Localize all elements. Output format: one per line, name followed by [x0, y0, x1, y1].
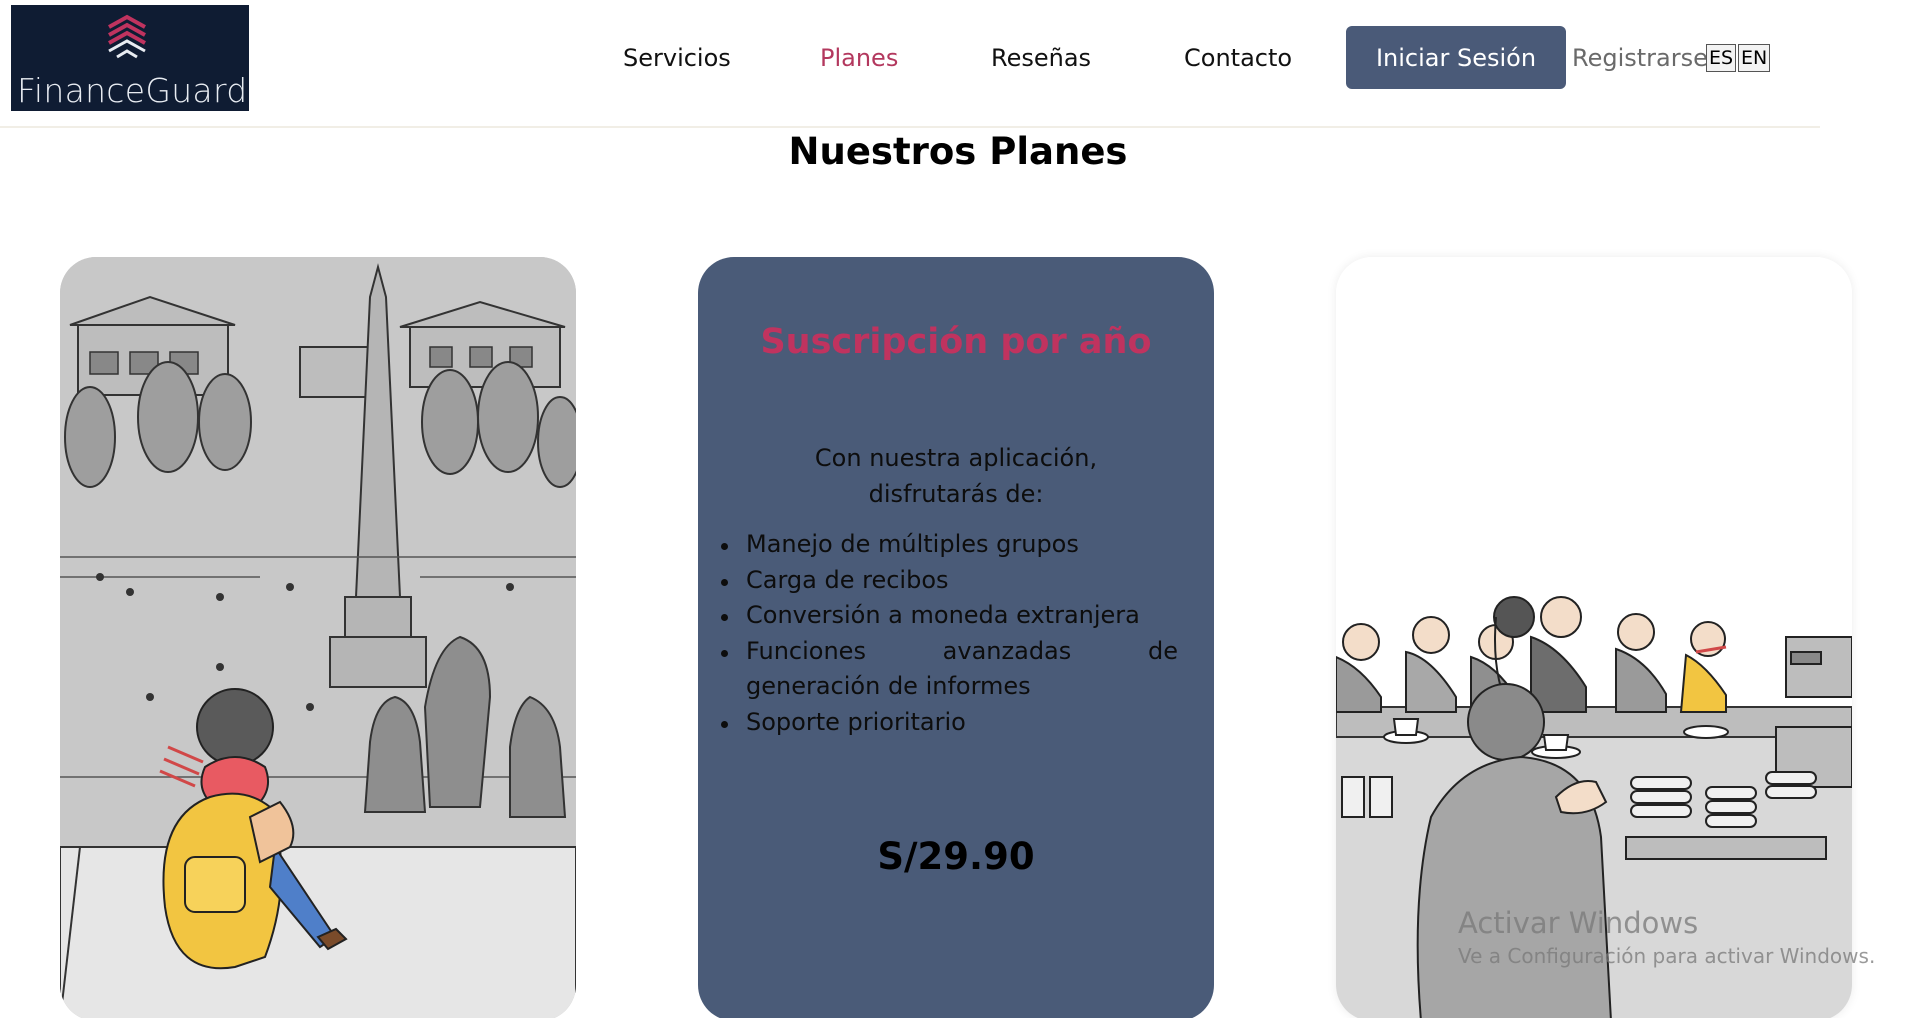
nav-link-servicios[interactable]: Servicios [623, 44, 731, 72]
bullet-icon [721, 543, 728, 550]
site-header: FinanceGuard Servicios Planes Reseñas Co… [0, 0, 1820, 128]
plan-feature-text: Funciones avanzadas de generación de inf… [746, 636, 1178, 701]
plan-card-annual[interactable]: Suscripción por año Con nuestra aplicaci… [698, 257, 1214, 1018]
plan-feature-item: Soporte prioritario [721, 705, 1178, 741]
cafe-sketch-illustration [1336, 257, 1852, 1018]
lang-en-button[interactable]: EN [1738, 44, 1771, 72]
login-button[interactable]: Iniciar Sesión [1346, 26, 1566, 89]
plan-feature-list: Manejo de múltiples grupos Carga de reci… [721, 527, 1178, 741]
plan-feature-text: Carga de recibos [746, 565, 949, 594]
plan-feature-text: Soporte prioritario [746, 707, 966, 736]
plan-feature-item: Funciones avanzadas de generación de inf… [721, 634, 1178, 705]
layered-diamond-icon [108, 14, 146, 59]
city-square-sketch-illustration [60, 257, 576, 1018]
plan-feature-text: Manejo de múltiples grupos [746, 530, 1079, 558]
register-link[interactable]: Registrarse [1572, 44, 1708, 72]
plan-image-card-right [1336, 257, 1852, 1018]
brand-logo[interactable]: FinanceGuard [11, 5, 249, 111]
plan-title: Suscripción por año [760, 322, 1152, 362]
bullet-icon [721, 578, 728, 586]
nav-link-contacto[interactable]: Contacto [1184, 44, 1292, 72]
bullet-icon [721, 649, 728, 657]
bullet-icon [721, 720, 728, 728]
plan-intro: Con nuestra aplicación, disfrutarás de: [814, 444, 1098, 508]
nav-link-resenas[interactable]: Reseñas [991, 44, 1091, 72]
plan-feature-text: Conversión a moneda extranjera [746, 601, 1140, 629]
plan-image-card-left [60, 257, 576, 1018]
plan-feature-item: Conversión a moneda extranjera [721, 598, 1178, 634]
section-title: Nuestros Planes [788, 130, 1128, 173]
nav-link-planes[interactable]: Planes [820, 44, 898, 72]
plan-price: S/29.90 [877, 835, 1035, 878]
login-button-label: Iniciar Sesión [1375, 43, 1537, 72]
brand-name: FinanceGuard [17, 71, 248, 110]
bullet-icon [721, 614, 728, 621]
plan-feature-item: Carga de recibos [721, 563, 1178, 599]
lang-es-button[interactable]: ES [1706, 44, 1737, 72]
plan-feature-item: Manejo de múltiples grupos [721, 527, 1178, 563]
